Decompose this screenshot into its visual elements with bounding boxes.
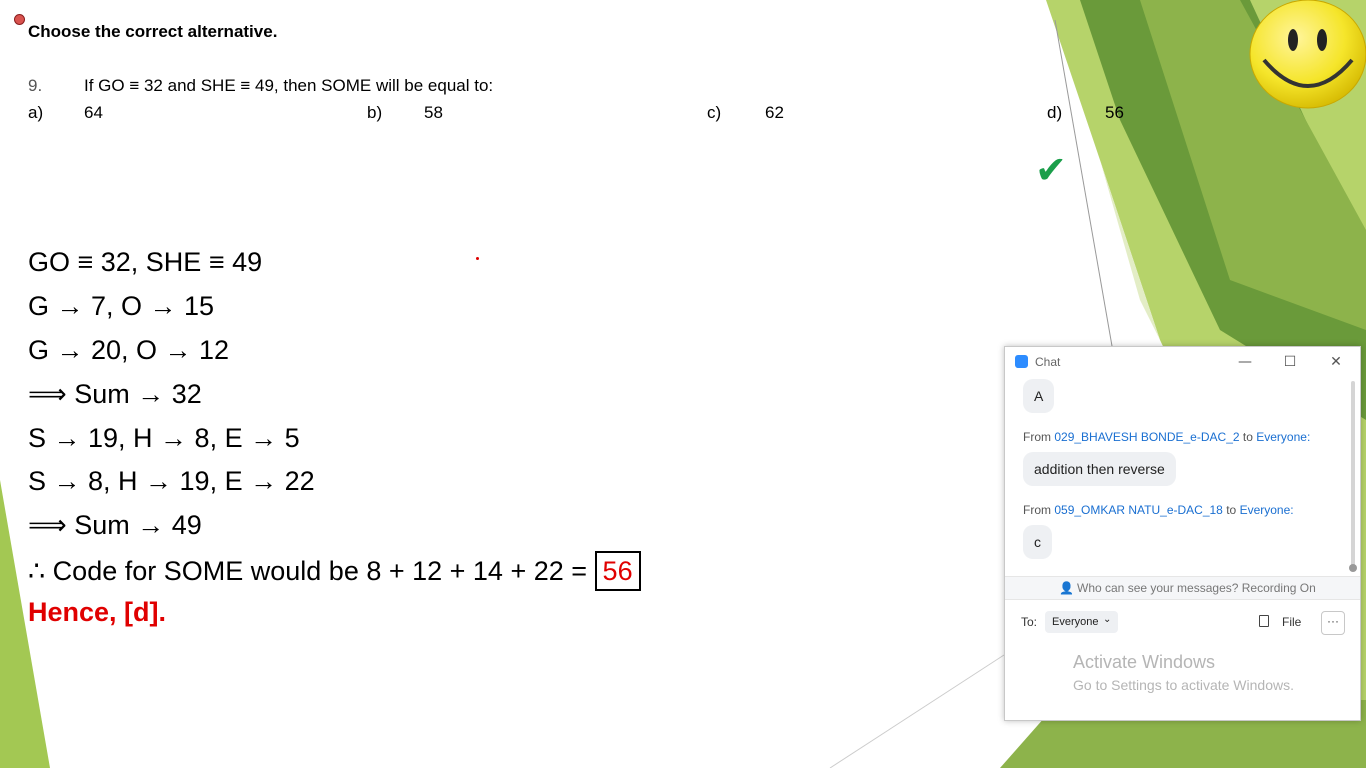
option-d-letter: d) (1047, 103, 1063, 122)
final-answer-box: 56 (594, 551, 641, 591)
option-d-value: 56 (1105, 103, 1124, 122)
solution-line: G → 7, O → 15 (28, 291, 215, 321)
solution-line: S → 19, H → 8, E → 5 (28, 423, 300, 453)
recipient-name[interactable]: Everyone: (1240, 503, 1294, 517)
people-icon: 👤 (1059, 581, 1074, 595)
activate-windows-subtitle: Go to Settings to activate Windows. (1073, 677, 1294, 693)
chat-window: Chat — ☐ ✕ A From 029_BHAVESH BONDE_e-DA… (1004, 346, 1361, 721)
question-number: 9. (28, 76, 43, 95)
solution-line: ⟹ Sum → 49 (28, 510, 202, 540)
slide-divider-line-bottom (829, 654, 1005, 768)
chat-title-bar[interactable]: Chat — ☐ ✕ (1005, 347, 1360, 377)
recipient-name[interactable]: Everyone: (1256, 430, 1310, 444)
to-word: to (1226, 503, 1237, 517)
option-b-value: 58 (424, 103, 443, 122)
solution-final-line: ∴ Code for SOME would be 8 + 12 + 14 + 2… (28, 551, 641, 591)
chat-title: Chat (1035, 355, 1061, 369)
message-sender-line: From 029_BHAVESH BONDE_e-DAC_2 to Everyo… (1023, 430, 1310, 444)
from-word: From (1023, 430, 1051, 444)
chat-scrollbar-thumb[interactable] (1349, 564, 1357, 572)
zoom-logo-icon (1015, 355, 1028, 368)
chat-message-bubble: c (1023, 525, 1052, 559)
chat-scrollbar[interactable] (1351, 381, 1355, 571)
question-text: If GO ≡ 32 and SHE ≡ 49, then SOME will … (84, 76, 494, 95)
sender-name[interactable]: 059_OMKAR NATU_e-DAC_18 (1054, 503, 1223, 517)
option-a-value: 64 (84, 103, 103, 122)
maximize-icon[interactable]: ☐ (1275, 351, 1305, 373)
chevron-down-icon: ⌄ (1103, 614, 1112, 625)
recipient-selected: Everyone (1052, 616, 1099, 628)
minimize-icon[interactable]: — (1230, 351, 1260, 373)
solution-line: GO ≡ 32, SHE ≡ 49 (28, 247, 263, 277)
option-b-letter: b) (367, 103, 383, 122)
option-c-value: 62 (765, 103, 784, 122)
chat-message-bubble: A (1023, 379, 1055, 413)
option-c-letter: c) (707, 103, 722, 122)
green-shape-pale (1100, 160, 1160, 340)
privacy-notice-text: Who can see your messages? Recording On (1077, 581, 1316, 595)
to-word: to (1242, 430, 1253, 444)
final-line-text: ∴ Code for SOME would be 8 + 12 + 14 + 2… (28, 556, 588, 586)
recipient-dropdown[interactable]: Everyone ⌄ (1045, 611, 1118, 633)
solution-line: S → 8, H → 19, E → 22 (28, 466, 315, 496)
slide-heading: Choose the correct alternative. (28, 22, 278, 41)
solution-line: G → 20, O → 12 (28, 335, 230, 365)
laser-pointer-dot (476, 257, 479, 260)
close-icon[interactable]: ✕ (1321, 351, 1351, 373)
conclusion-text: Hence, [d]. (28, 597, 167, 627)
to-label: To: (1021, 615, 1038, 629)
file-button-label[interactable]: File (1282, 615, 1301, 629)
option-a-letter: a) (28, 103, 44, 122)
solution-line: ⟹ Sum → 32 (28, 379, 202, 409)
chat-message-bubble: addition then reverse (1023, 452, 1176, 486)
message-sender-line: From 059_OMKAR NATU_e-DAC_18 to Everyone… (1023, 503, 1294, 517)
correct-checkmark-icon: ✔ (1035, 148, 1067, 192)
more-options-button[interactable]: ··· (1321, 611, 1345, 635)
smiley-face-icon (1249, 0, 1366, 109)
sender-name[interactable]: 029_BHAVESH BONDE_e-DAC_2 (1054, 430, 1239, 444)
recording-indicator-icon (14, 14, 25, 25)
privacy-notice-bar[interactable]: 👤 Who can see your messages? Recording O… (1005, 576, 1360, 600)
file-icon[interactable] (1259, 615, 1269, 627)
from-word: From (1023, 503, 1051, 517)
activate-windows-title: Activate Windows (1073, 652, 1216, 672)
